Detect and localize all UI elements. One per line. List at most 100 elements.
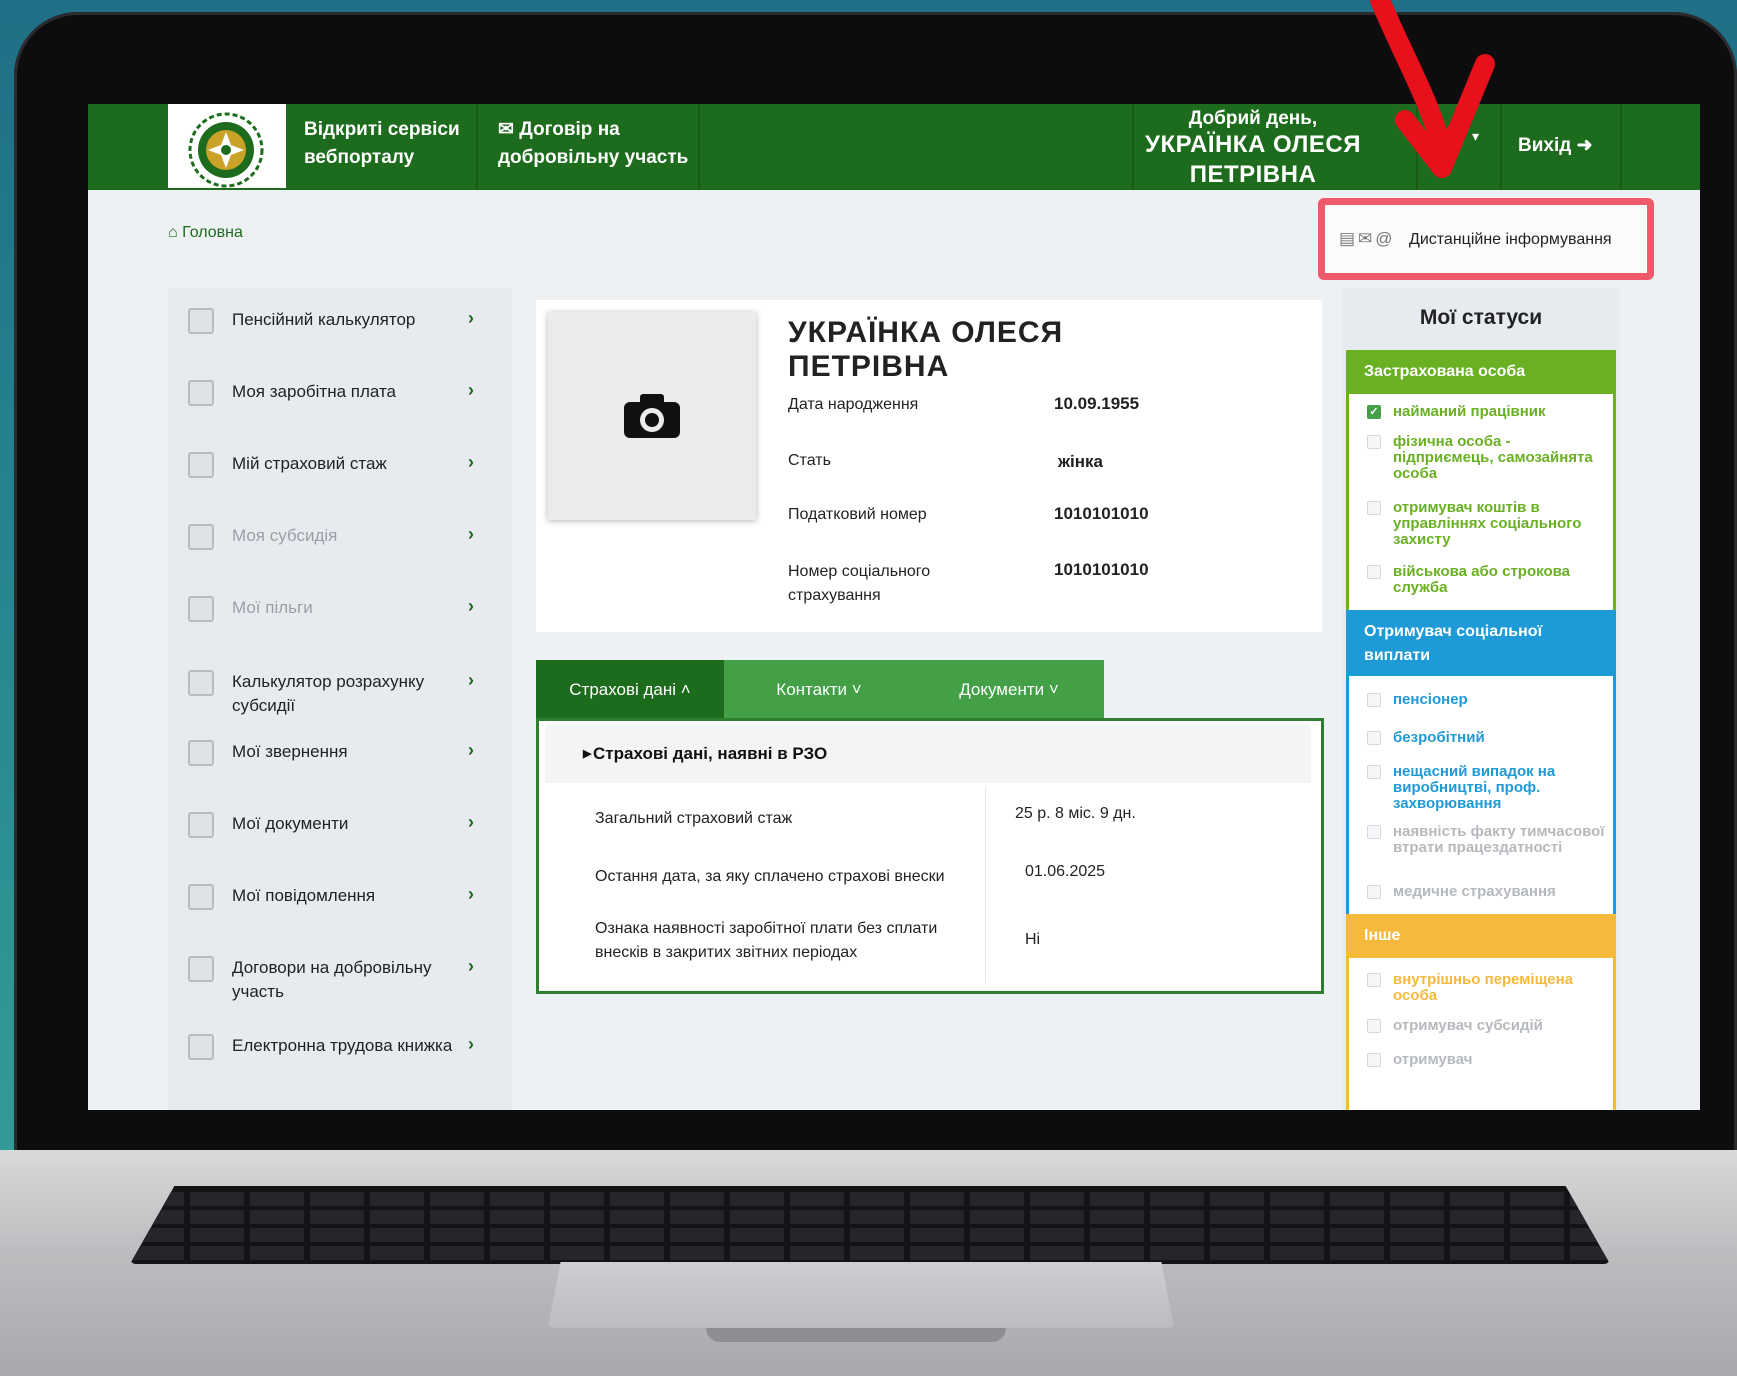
sidebar-item[interactable]: Калькулятор розрахунку субсидії › bbox=[168, 670, 512, 730]
key-row bbox=[130, 1228, 1610, 1242]
status-group-heading: Застрахована особа bbox=[1346, 350, 1616, 394]
gender-label: Стать bbox=[788, 452, 831, 469]
browser-screen: Відкриті сервіси вебпорталу ✉ Договір на… bbox=[88, 104, 1700, 1110]
status-label: отримувач субсидій bbox=[1393, 1017, 1543, 1034]
header-divider bbox=[698, 104, 700, 190]
checkbox[interactable] bbox=[1367, 765, 1381, 779]
pfu-logo[interactable] bbox=[168, 104, 286, 188]
checkbox[interactable] bbox=[1367, 1053, 1381, 1067]
checkbox[interactable]: ✓ bbox=[1367, 405, 1381, 419]
status-label: безробітний bbox=[1393, 729, 1485, 746]
sidebar-item-label: Моя заробітна плата bbox=[232, 382, 397, 401]
chevron-right-icon: › bbox=[468, 670, 474, 690]
sidebar-item-label: Мої документи bbox=[232, 814, 349, 833]
logout-button[interactable]: Вихід ➜ bbox=[1518, 132, 1593, 160]
contract-link[interactable]: ✉ Договір на добровільну участь bbox=[498, 116, 698, 172]
sidebar-item-label: Моя субсидія bbox=[232, 526, 338, 545]
sidebar-item-label: Пенсійний калькулятор bbox=[232, 310, 416, 329]
tab-label: Контакти bbox=[776, 680, 848, 699]
menu-item-icon bbox=[188, 884, 214, 910]
key-row bbox=[130, 1210, 1610, 1224]
profile-card: УКРАЇНКА ОЛЕСЯ ПЕТРІВНА Дата народження … bbox=[536, 300, 1322, 632]
tab-contacts[interactable]: Контакти ˅ bbox=[724, 660, 914, 720]
checkbox[interactable] bbox=[1367, 501, 1381, 515]
status-group-heading: Інше bbox=[1346, 914, 1616, 958]
remote-info-link[interactable]: ▤✉@ Дистанційне інформування bbox=[1318, 198, 1654, 280]
chevron-right-icon: › bbox=[468, 884, 474, 904]
status-group-heading: Отримувач соціальної виплати bbox=[1346, 610, 1616, 676]
unpaid-salary-flag-value: Ні bbox=[1025, 931, 1041, 948]
breadcrumb[interactable]: ⌂ Головна bbox=[168, 224, 243, 242]
checkbox[interactable] bbox=[1367, 731, 1381, 745]
status-label: отримувач bbox=[1393, 1051, 1473, 1068]
logout-label: Вихід bbox=[1518, 135, 1572, 156]
tax-number-value: 1010101010 bbox=[1054, 504, 1149, 523]
caret-right-icon: ▶ bbox=[583, 748, 592, 760]
insurance-section-toggle[interactable]: ▶ Страхові дані, наявні в РЗО bbox=[545, 725, 1311, 783]
key-row bbox=[130, 1246, 1610, 1260]
sidebar-item-label: Калькулятор розрахунку субсидії bbox=[232, 672, 425, 715]
sidebar-item[interactable]: Мої пільги › bbox=[168, 596, 512, 656]
checkbox[interactable] bbox=[1367, 1019, 1381, 1033]
tab-documents[interactable]: Документи ˅ bbox=[914, 660, 1104, 720]
red-arrow-annotation bbox=[1370, 0, 1495, 178]
chevron-right-icon: › bbox=[468, 452, 474, 472]
sidebar-item[interactable]: Мій страховий стаж › bbox=[168, 452, 512, 512]
open-services-link[interactable]: Відкриті сервіси вебпорталу bbox=[304, 116, 464, 172]
header-divider bbox=[1500, 104, 1502, 190]
key-row bbox=[130, 1192, 1610, 1206]
tab-label: Документи bbox=[959, 680, 1045, 699]
monitor-mail-at-icons: ▤✉@ bbox=[1339, 229, 1396, 248]
chevron-right-icon: › bbox=[468, 1034, 474, 1054]
status-label: фізична особа - підприємець, самозайнята… bbox=[1393, 433, 1593, 482]
last-payment-date-value: 01.06.2025 bbox=[1025, 863, 1106, 880]
menu-item-icon bbox=[188, 596, 214, 622]
sign-out-icon: ➜ bbox=[1576, 135, 1593, 156]
checkbox[interactable] bbox=[1367, 885, 1381, 899]
menu-item-icon bbox=[188, 524, 214, 550]
checkbox[interactable] bbox=[1367, 565, 1381, 579]
status-group-body: ✓ найманий працівник фізична особа - підпр… bbox=[1346, 394, 1616, 610]
status-label: отримувач коштів в управліннях соціально… bbox=[1393, 499, 1582, 548]
tax-number-label: Податковий номер bbox=[788, 506, 927, 523]
chevron-right-icon: › bbox=[468, 596, 474, 616]
checkbox[interactable] bbox=[1367, 693, 1381, 707]
status-label: найманий працівник bbox=[1393, 403, 1546, 420]
menu-item-icon bbox=[188, 452, 214, 478]
status-label: пенсіонер bbox=[1393, 691, 1468, 708]
chevron-right-icon: › bbox=[468, 308, 474, 328]
remote-info-label: Дистанційне інформування bbox=[1409, 231, 1612, 248]
status-label: нещасний випадок на виробництві, проф. з… bbox=[1393, 763, 1556, 812]
sidebar-item-label: Мої пільги bbox=[232, 598, 313, 617]
tab-insurance-data[interactable]: Страхові дані ˄ bbox=[536, 660, 724, 720]
sidebar-item[interactable]: Мої звернення › bbox=[168, 740, 512, 800]
checkbox[interactable] bbox=[1367, 973, 1381, 987]
sidebar-item-label: Мої повідомлення bbox=[232, 886, 376, 905]
checkbox[interactable] bbox=[1367, 435, 1381, 449]
menu-item-icon bbox=[188, 1034, 214, 1060]
sidebar-item[interactable]: Мої повідомлення › bbox=[168, 884, 512, 944]
profile-photo-upload[interactable] bbox=[548, 312, 756, 520]
sidebar-item-label: Мої звернення bbox=[232, 742, 348, 761]
birthdate-label: Дата народження bbox=[788, 396, 919, 413]
status-label: військова або строкова служба bbox=[1393, 563, 1570, 596]
trackpad bbox=[548, 1262, 1174, 1328]
insurance-heading: Страхові дані, наявні в РЗО bbox=[593, 744, 828, 763]
checkbox[interactable] bbox=[1367, 825, 1381, 839]
birthdate-value: 10.09.1955 bbox=[1054, 394, 1140, 413]
header-divider bbox=[476, 104, 478, 190]
sidebar-item[interactable]: Моя заробітна плата › bbox=[168, 380, 512, 440]
sidebar-item[interactable]: Електронна трудова книжка › bbox=[168, 1034, 512, 1094]
sidebar-item[interactable]: Мої документи › bbox=[168, 812, 512, 872]
breadcrumb-home: Головна bbox=[182, 224, 243, 241]
menu-item-icon bbox=[188, 812, 214, 838]
menu-item-icon bbox=[188, 740, 214, 766]
chevron-right-icon: › bbox=[468, 956, 474, 976]
chevron-right-icon: › bbox=[468, 380, 474, 400]
unpaid-salary-flag-label: Ознака наявності заробітної плати без сп… bbox=[595, 920, 938, 961]
sidebar-item[interactable]: Пенсійний калькулятор › bbox=[168, 308, 512, 368]
sidebar-item[interactable]: Договори на добровільну участь › bbox=[168, 956, 512, 1016]
sidebar-item[interactable]: Моя субсидія › bbox=[168, 524, 512, 584]
column-divider bbox=[985, 787, 986, 983]
contract-link-label: Договір на добровільну участь bbox=[498, 119, 689, 168]
